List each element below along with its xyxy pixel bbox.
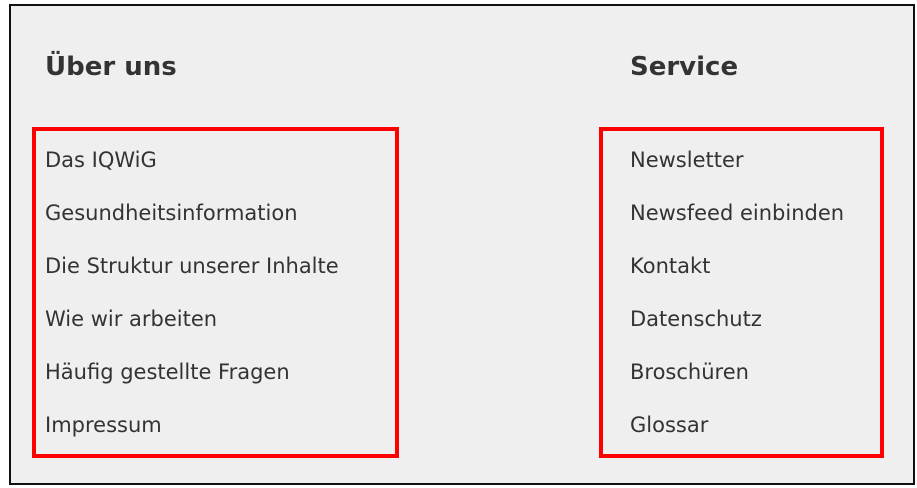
list-item: Newsfeed einbinden xyxy=(630,187,844,240)
list-item: Impressum xyxy=(45,399,339,452)
link-newsfeed-einbinden[interactable]: Newsfeed einbinden xyxy=(630,201,844,225)
list-item: Wie wir arbeiten xyxy=(45,293,339,346)
footer-panel: Über uns Das IQWiG Gesundheitsinformatio… xyxy=(9,4,915,485)
list-item: Gesundheitsinformation xyxy=(45,187,339,240)
service-links-list: Newsletter Newsfeed einbinden Kontakt Da… xyxy=(630,134,844,452)
link-gesundheitsinformation[interactable]: Gesundheitsinformation xyxy=(45,201,298,225)
list-item: Kontakt xyxy=(630,240,844,293)
about-links-list: Das IQWiG Gesundheitsinformation Die Str… xyxy=(45,134,339,452)
link-faq[interactable]: Häufig gestellte Fragen xyxy=(45,360,290,384)
link-newsletter[interactable]: Newsletter xyxy=(630,148,744,172)
about-heading: Über uns xyxy=(45,52,177,82)
link-glossar[interactable]: Glossar xyxy=(630,413,708,437)
link-impressum[interactable]: Impressum xyxy=(45,413,162,437)
link-kontakt[interactable]: Kontakt xyxy=(630,254,710,278)
list-item: Das IQWiG xyxy=(45,134,339,187)
list-item: Newsletter xyxy=(630,134,844,187)
list-item: Die Struktur unserer Inhalte xyxy=(45,240,339,293)
link-broschueren[interactable]: Broschüren xyxy=(630,360,749,384)
list-item: Häufig gestellte Fragen xyxy=(45,346,339,399)
list-item: Datenschutz xyxy=(630,293,844,346)
service-heading: Service xyxy=(630,52,739,82)
link-das-iqwig[interactable]: Das IQWiG xyxy=(45,148,157,172)
link-datenschutz[interactable]: Datenschutz xyxy=(630,307,762,331)
list-item: Glossar xyxy=(630,399,844,452)
list-item: Broschüren xyxy=(630,346,844,399)
link-struktur-inhalte[interactable]: Die Struktur unserer Inhalte xyxy=(45,254,339,278)
link-wie-wir-arbeiten[interactable]: Wie wir arbeiten xyxy=(45,307,217,331)
